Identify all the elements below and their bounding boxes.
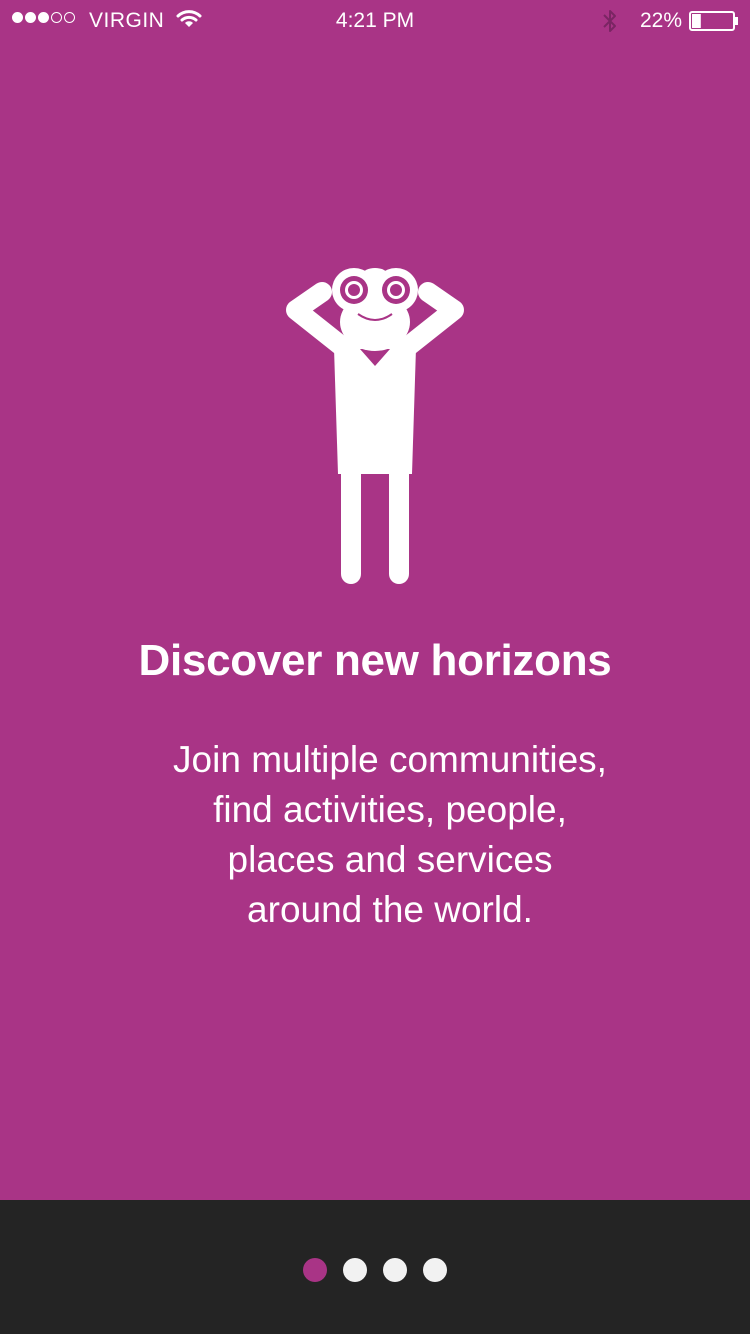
onboarding-description: Join multiple communities, find activiti… [130,735,650,935]
page-dot-1[interactable] [303,1258,327,1282]
status-bar: VIRGIN 4:21 PM 22% [0,0,750,40]
description-line: find activities, people, [213,789,567,830]
page-indicator [303,1258,447,1282]
description-line: Join multiple communities, [173,739,607,780]
page-dot-2[interactable] [343,1258,367,1282]
clock: 4:21 PM [335,9,415,32]
description-line: places and services [227,839,553,880]
battery-icon [689,11,738,31]
person-with-binoculars-icon [286,268,464,584]
page-dot-3[interactable] [383,1258,407,1282]
description-line: around the world. [247,889,533,930]
onboarding-panel: VIRGIN 4:21 PM 22% Discover new horizons… [0,0,750,1200]
bluetooth-icon [603,10,616,32]
onboarding-screen: VIRGIN 4:21 PM 22% Discover new horizons… [0,0,750,1334]
onboarding-title: Discover new horizons [138,636,612,685]
page-dot-4[interactable] [423,1258,447,1282]
bottom-bar [0,1200,750,1334]
battery-percent: 22% [640,9,683,32]
